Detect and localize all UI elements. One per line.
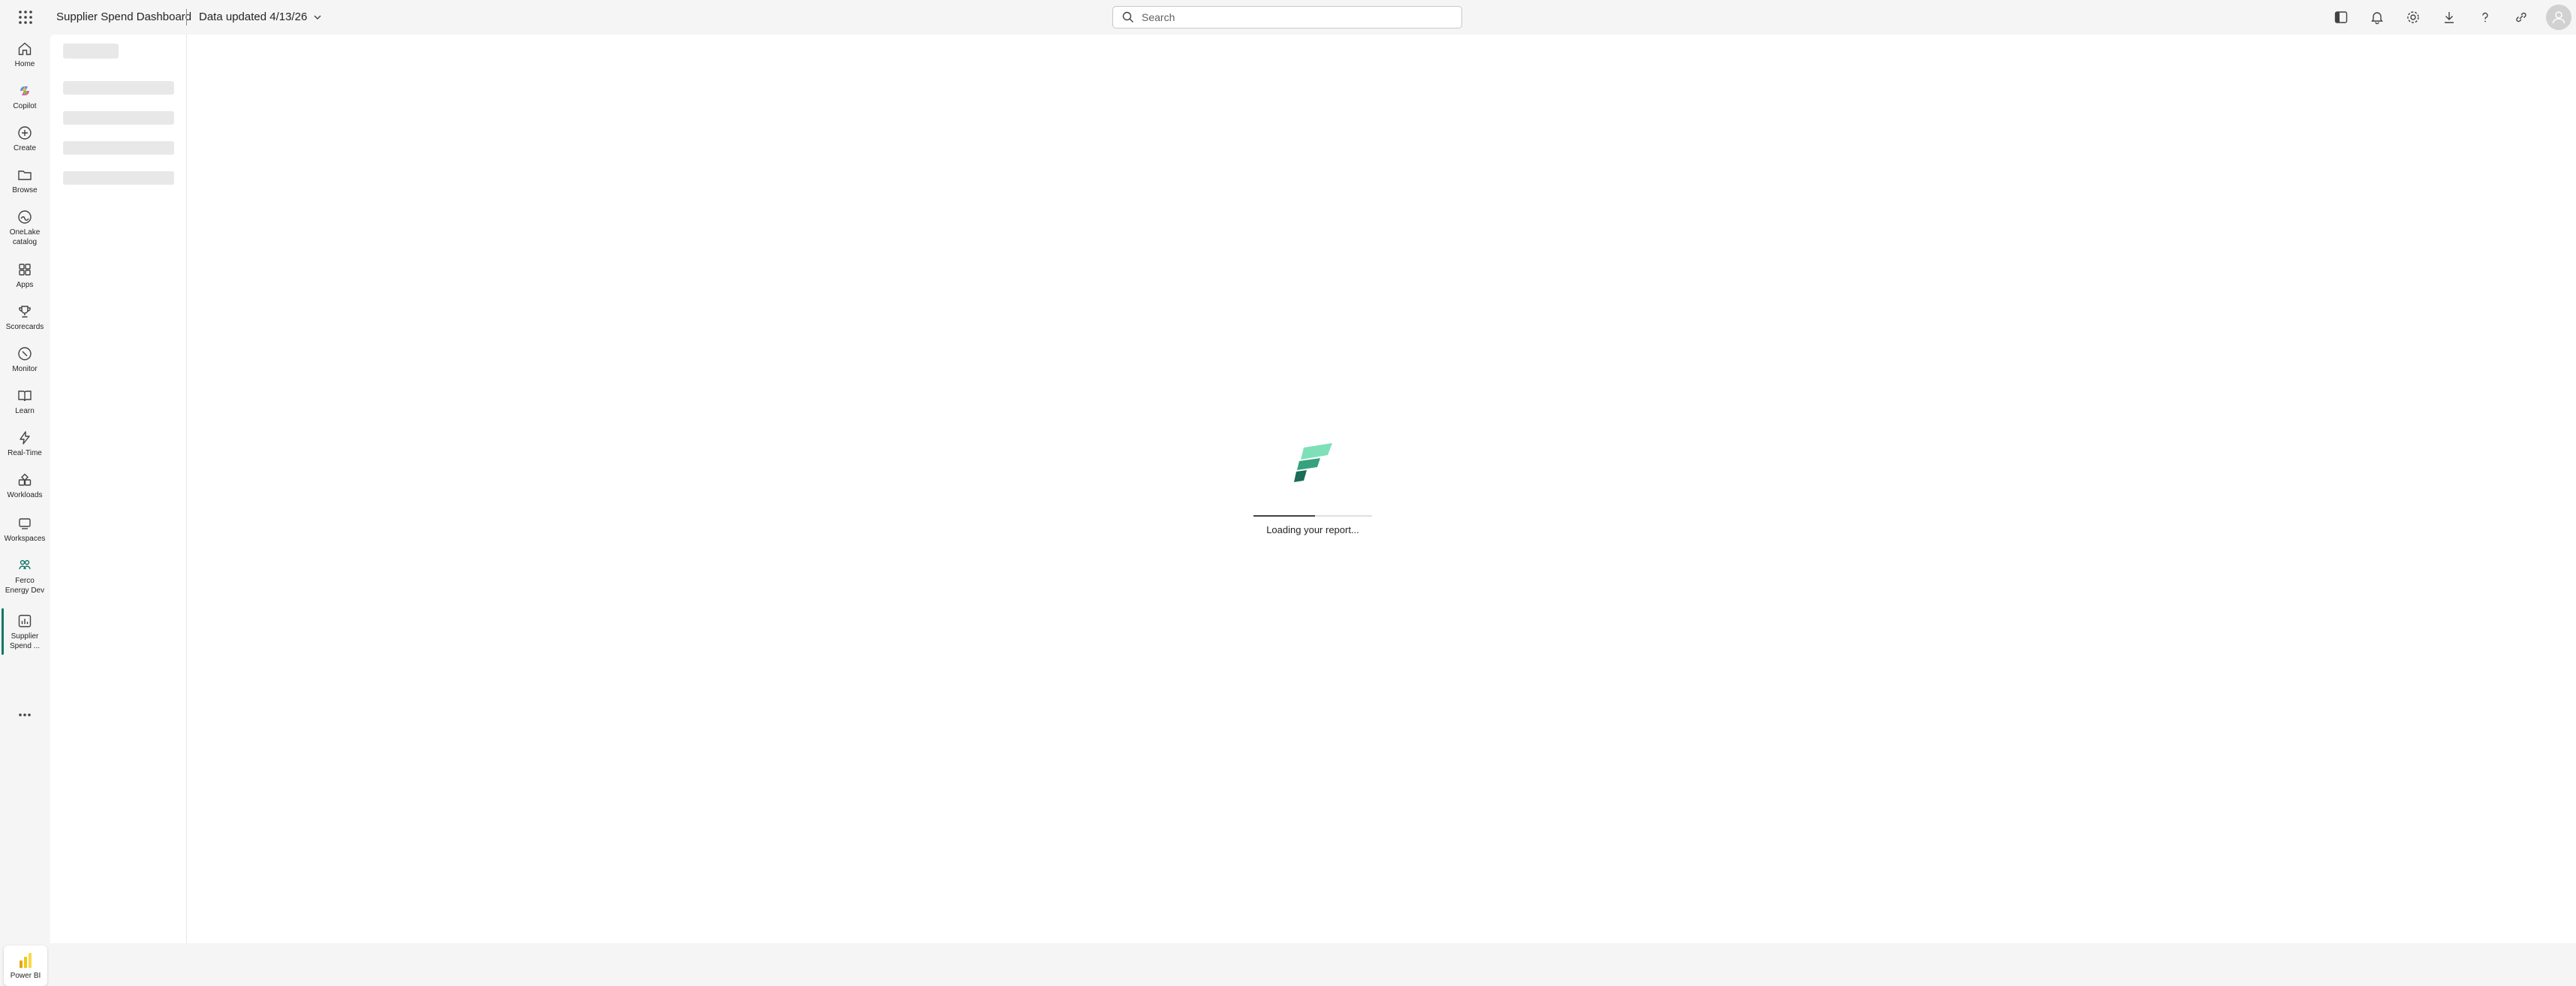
nav-browse[interactable]: Browse	[0, 167, 50, 195]
nav-copilot[interactable]: Copilot	[0, 83, 50, 111]
chevron-down-icon	[314, 15, 321, 20]
left-navigation-rail: Home Copilot Create Browse OneLake catal…	[0, 35, 50, 986]
nav-report-label: Supplier Spend ...	[9, 632, 41, 650]
more-options-icon[interactable]	[14, 707, 36, 722]
nav-scorecards[interactable]: Scorecards	[0, 303, 50, 332]
pages-pane-skeleton	[50, 35, 187, 943]
onelake-catalog-icon	[18, 210, 32, 224]
fabric-logo-icon	[1294, 443, 1332, 482]
home-icon	[18, 42, 32, 56]
loading-message: Loading your report...	[1266, 524, 1359, 535]
workloads-icon	[18, 473, 32, 486]
nav-monitor-label: Monitor	[12, 365, 38, 373]
lightning-icon	[20, 431, 30, 445]
nav-real-time-label: Real-Time	[8, 449, 42, 457]
nav-onelake-catalog[interactable]: OneLake catalog	[0, 209, 50, 247]
nav-onelake-catalog-label: OneLake catalog	[9, 228, 41, 246]
title-divider	[186, 9, 187, 26]
loading-progress-fill	[1253, 515, 1316, 517]
nav-workspace-ferco-energy-dev[interactable]: Ferco Energy Dev	[0, 557, 50, 596]
help-icon[interactable]	[2475, 8, 2495, 27]
search-icon	[1122, 11, 1133, 23]
share-icon[interactable]	[2511, 8, 2531, 27]
workspace-group-icon	[19, 559, 31, 570]
plus-circle-icon	[18, 126, 32, 140]
nav-apps[interactable]: Apps	[0, 261, 50, 290]
book-icon	[18, 390, 32, 402]
nav-workspaces-label: Workspaces	[4, 535, 46, 543]
nav-apps-label: Apps	[16, 281, 34, 289]
nav-home[interactable]: Home	[0, 41, 50, 69]
download-icon[interactable]	[2439, 8, 2459, 27]
nav-workloads-label: Workloads	[7, 491, 43, 499]
nav-workspaces[interactable]: Workspaces	[0, 515, 50, 544]
nav-browse-label: Browse	[12, 186, 38, 194]
workspaces-icon	[19, 518, 31, 529]
nav-home-label: Home	[14, 60, 35, 68]
search-input[interactable]	[1140, 11, 1443, 24]
bell-icon[interactable]	[2367, 8, 2387, 27]
skeleton-page-item	[63, 171, 174, 185]
experience-switcher[interactable]: Power BI	[4, 945, 47, 986]
nav-workspace-label: Ferco Energy Dev	[5, 577, 45, 595]
panel-toggle-icon[interactable]	[2331, 8, 2351, 27]
nav-copilot-label: Copilot	[13, 102, 37, 110]
nav-monitor[interactable]: Monitor	[0, 345, 50, 374]
trophy-icon	[19, 306, 31, 318]
monitor-icon	[18, 347, 32, 360]
gear-icon[interactable]	[2403, 8, 2423, 27]
data-updated-dropdown[interactable]: Data updated 4/13/26	[199, 0, 322, 35]
avatar-icon	[2552, 11, 2565, 24]
power-bi-logo-icon	[20, 953, 32, 968]
nav-scorecards-label: Scorecards	[5, 323, 44, 331]
report-icon	[18, 614, 32, 628]
nav-real-time[interactable]: Real-Time	[0, 430, 50, 458]
loading-progress-bar	[1253, 515, 1372, 517]
nav-create-label: Create	[13, 144, 36, 152]
search-box[interactable]	[1112, 6, 1462, 29]
copilot-icon	[20, 86, 29, 95]
nav-report-supplier-spend[interactable]: Supplier Spend ...	[0, 608, 50, 655]
app-launcher-icon[interactable]	[17, 8, 35, 26]
loading-indicator: Loading your report...	[1226, 440, 1399, 535]
nav-create[interactable]: Create	[0, 125, 50, 153]
apps-grid-icon	[19, 264, 31, 276]
report-canvas: Loading your report...	[50, 35, 2576, 943]
data-updated-label: Data updated 4/13/26	[199, 11, 308, 23]
report-title: Supplier Spend Dashboard	[56, 11, 192, 23]
skeleton-page-item	[63, 111, 174, 125]
experience-switcher-label: Power BI	[10, 972, 41, 980]
folder-icon	[18, 170, 32, 180]
nav-learn-label: Learn	[15, 407, 35, 415]
skeleton-page-item	[63, 141, 174, 155]
nav-workloads[interactable]: Workloads	[0, 472, 50, 500]
avatar[interactable]	[2546, 5, 2571, 30]
skeleton-page-item	[63, 81, 174, 95]
nav-learn[interactable]: Learn	[0, 387, 50, 416]
skeleton-heading	[63, 44, 119, 59]
top-header: Supplier Spend Dashboard Data updated 4/…	[0, 0, 2576, 35]
